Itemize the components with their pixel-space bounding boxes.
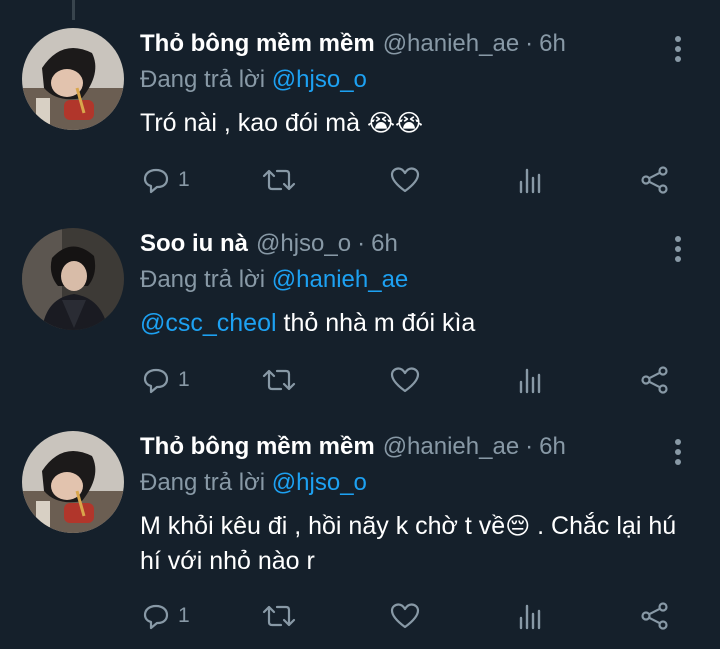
tweet-header: Thỏ bông mềm mềm @hanieh_ae · 6h xyxy=(140,30,566,64)
retweet-icon xyxy=(262,605,296,627)
heart-icon xyxy=(390,603,420,629)
replying-to-mention[interactable]: @hjso_o xyxy=(272,66,367,93)
retweet-button[interactable] xyxy=(262,160,296,200)
retweet-icon xyxy=(262,169,296,191)
reply-count: 1 xyxy=(178,604,190,627)
more-options-button[interactable] xyxy=(668,234,688,264)
separator-dot: · xyxy=(357,230,366,257)
reply-icon xyxy=(143,368,169,394)
user-handle[interactable]: @hanieh_ae xyxy=(383,433,519,461)
analytics-button[interactable] xyxy=(518,360,544,400)
share-icon xyxy=(641,602,668,630)
share-button[interactable] xyxy=(640,160,670,200)
analytics-button[interactable] xyxy=(518,160,544,200)
emoji: 😭😭 xyxy=(366,110,424,137)
replying-to-line: Đang trả lời @hanieh_ae xyxy=(140,266,408,294)
display-name[interactable]: Thỏ bông mềm mềm xyxy=(140,30,375,58)
timestamp[interactable]: 6h xyxy=(539,30,566,58)
more-vertical-icon xyxy=(675,439,681,465)
tweet-text-body: thỏ nhà m đói kìa xyxy=(276,309,476,337)
retweet-icon xyxy=(262,369,296,391)
replying-to-line: Đang trả lời @hjso_o xyxy=(140,66,367,94)
tweet-text: Tró nài , kao đói mà 😭😭 xyxy=(140,106,700,141)
more-options-button[interactable] xyxy=(668,34,688,64)
share-icon xyxy=(641,166,668,194)
avatar[interactable] xyxy=(22,431,124,533)
replying-to-label: Đang trả lời xyxy=(140,266,266,293)
action-bar: 1 xyxy=(140,596,680,636)
analytics-icon xyxy=(519,368,541,394)
replying-to-mention[interactable]: @hjso_o xyxy=(272,469,367,496)
action-bar: 1 xyxy=(140,360,680,400)
display-name[interactable]: Soo iu nà xyxy=(140,230,248,258)
reply-icon xyxy=(143,168,169,194)
like-button[interactable] xyxy=(390,596,420,636)
tweet-text-body: Tró nài , kao đói mà xyxy=(140,109,367,137)
user-handle[interactable]: @hanieh_ae xyxy=(383,30,519,58)
like-button[interactable] xyxy=(390,360,420,400)
like-button[interactable] xyxy=(390,160,420,200)
tweet[interactable]: Thỏ bông mềm mềm @hanieh_ae · 6h Đang tr… xyxy=(0,403,720,649)
reply-button[interactable]: 1 xyxy=(142,360,190,400)
timestamp[interactable]: 6h xyxy=(539,433,566,461)
replying-to-label: Đang trả lời xyxy=(140,469,266,496)
reply-icon xyxy=(143,604,169,630)
tweet-header: Thỏ bông mềm mềm @hanieh_ae · 6h xyxy=(140,433,566,467)
share-icon xyxy=(641,366,668,394)
action-bar: 1 xyxy=(140,160,680,200)
separator-dot: · xyxy=(525,30,534,57)
emoji: 😔 xyxy=(505,513,531,540)
tweet-text: M khỏi kêu đi , hồi nãy k chờ t về😔 . Ch… xyxy=(140,509,700,578)
avatar-image xyxy=(22,228,124,330)
tweet-header: Soo iu nà @hjso_o · 6h xyxy=(140,230,398,264)
share-button[interactable] xyxy=(640,596,670,636)
avatar-image xyxy=(22,431,124,533)
analytics-icon xyxy=(519,168,541,194)
retweet-button[interactable] xyxy=(262,596,296,636)
analytics-icon xyxy=(519,604,541,630)
replying-to-label: Đang trả lời xyxy=(140,66,266,93)
retweet-button[interactable] xyxy=(262,360,296,400)
reply-button[interactable]: 1 xyxy=(142,160,190,200)
replying-to-line: Đang trả lời @hjso_o xyxy=(140,469,367,497)
timestamp[interactable]: 6h xyxy=(371,230,398,258)
avatar[interactable] xyxy=(22,28,124,130)
reply-count: 1 xyxy=(178,368,190,391)
tweet[interactable]: Soo iu nà @hjso_o · 6h Đang trả lời @han… xyxy=(0,200,720,400)
tweet-text-body: M khỏi kêu đi , hồi nãy k chờ t về xyxy=(140,512,506,540)
avatar[interactable] xyxy=(22,228,124,330)
reply-button[interactable]: 1 xyxy=(142,596,190,636)
display-name[interactable]: Thỏ bông mềm mềm xyxy=(140,433,375,461)
tweet[interactable]: Thỏ bông mềm mềm @hanieh_ae · 6h Đang tr… xyxy=(0,0,720,200)
reply-count: 1 xyxy=(178,168,190,191)
heart-icon xyxy=(390,167,420,193)
tweet-text: @csc_cheol thỏ nhà m đói kìa xyxy=(140,306,700,340)
separator-dot: · xyxy=(525,433,534,460)
avatar-image xyxy=(22,28,124,130)
replying-to-mention[interactable]: @hanieh_ae xyxy=(272,266,408,293)
more-options-button[interactable] xyxy=(668,437,688,467)
analytics-button[interactable] xyxy=(518,596,544,636)
more-vertical-icon xyxy=(675,36,681,62)
share-button[interactable] xyxy=(640,360,670,400)
heart-icon xyxy=(390,367,420,393)
user-handle[interactable]: @hjso_o xyxy=(256,230,351,258)
tweet-mention[interactable]: @csc_cheol xyxy=(140,309,277,337)
more-vertical-icon xyxy=(675,236,681,262)
